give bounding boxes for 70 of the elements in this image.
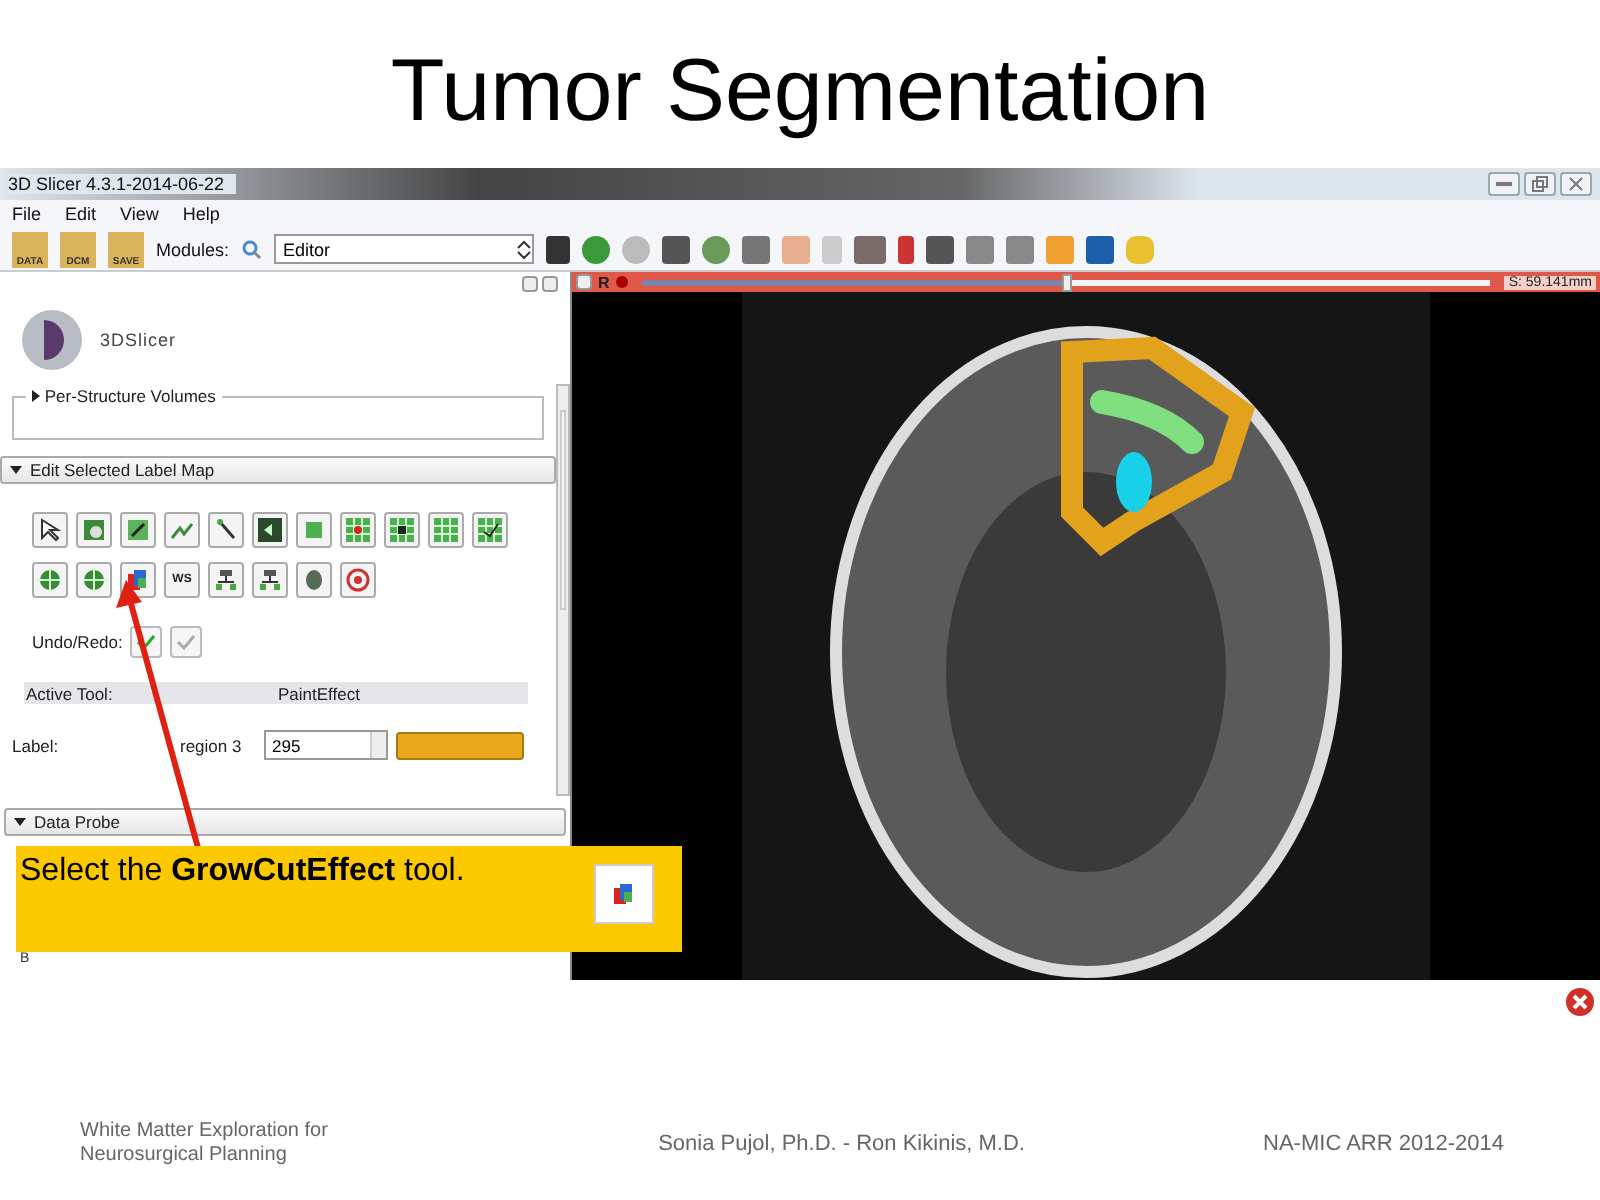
close-button[interactable] <box>542 276 558 292</box>
effect-button[interactable] <box>208 562 244 598</box>
target-icon <box>38 568 62 592</box>
grid-icon <box>434 518 458 542</box>
effect-button[interactable] <box>384 512 420 548</box>
grid-icon <box>390 518 414 542</box>
ring-icon <box>346 568 370 592</box>
toolbar-icon[interactable] <box>1085 235 1114 263</box>
logo-icon <box>16 304 88 376</box>
tree-icon <box>214 568 238 592</box>
module-select[interactable]: Editor <box>273 234 534 264</box>
wand-icon <box>214 518 238 542</box>
orientation-label: R <box>598 273 610 291</box>
maximize-button[interactable] <box>1524 172 1556 196</box>
restore-icon <box>1532 176 1548 192</box>
modules-label: Modules: <box>156 239 230 259</box>
spin-arrows-icon <box>515 239 532 259</box>
dot-icon <box>615 276 628 288</box>
pencil-icon <box>126 518 150 542</box>
growcut-icon <box>612 882 636 906</box>
close-button[interactable] <box>1560 172 1592 196</box>
check-icon <box>176 634 197 650</box>
toolbar-icon[interactable] <box>545 235 570 263</box>
pin-button[interactable] <box>576 274 592 290</box>
float-button[interactable] <box>522 276 538 292</box>
active-tool-value: PaintEffect <box>276 683 362 703</box>
menu-item[interactable]: File <box>12 204 42 224</box>
menu-item[interactable]: View <box>120 204 159 224</box>
paint-icon <box>82 518 106 542</box>
color-swatch[interactable] <box>396 731 524 759</box>
active-tool-label: Active Tool: <box>24 683 115 703</box>
grid-icon <box>346 518 370 542</box>
callout-text: Select the GrowCutEffect tool. <box>20 854 465 892</box>
section-header[interactable]: Edit Selected Label Map <box>0 456 556 484</box>
footer-authors: Sonia Pujol, Ph.D. - Ron Kikinis, M.D. <box>658 1132 1025 1156</box>
effect-button[interactable] <box>32 512 68 548</box>
effect-button[interactable] <box>252 562 288 598</box>
label-name: region 3 <box>180 735 244 755</box>
window-title: 3D Slicer 4.3.1-2014-06-22 <box>8 174 237 194</box>
square-icon <box>302 518 326 542</box>
label-spinbox[interactable]: 295 <box>264 730 388 760</box>
footer-project: NA-MIC ARR 2012-2014 <box>1263 1132 1504 1156</box>
effect-button[interactable] <box>252 512 288 548</box>
menu-item[interactable]: Edit <box>65 204 97 224</box>
effect-button[interactable] <box>472 512 508 548</box>
effect-button[interactable] <box>120 512 156 548</box>
minimize-button[interactable] <box>1488 172 1520 196</box>
slide-title: Tumor Segmentation <box>388 40 1212 144</box>
grid-icon <box>478 518 502 542</box>
footer-text: White Matter Exploration for Neurosurgical Planning <box>80 1120 330 1168</box>
target-icon <box>82 568 106 592</box>
check-icon <box>136 634 157 650</box>
slider-thumb[interactable] <box>1062 273 1073 291</box>
image-icon <box>258 518 282 542</box>
scrollbar[interactable] <box>556 384 570 796</box>
pointer-icon <box>38 518 62 542</box>
logo-text: 3DSlicer <box>100 330 177 350</box>
undo-label: Undo/Redo: <box>32 632 123 652</box>
effect-button[interactable] <box>208 512 244 548</box>
group-label: Per-Structure Volumes <box>26 386 222 406</box>
close-icon[interactable] <box>1564 986 1596 1018</box>
section-header[interactable]: Data Probe <box>4 808 566 836</box>
menu-item[interactable]: Help <box>182 204 220 224</box>
line-icon <box>170 518 194 542</box>
search-icon <box>241 239 262 259</box>
label-caption: Label: <box>12 735 61 755</box>
growcut-icon <box>126 568 150 592</box>
minimize-icon <box>1496 180 1512 188</box>
close-icon <box>1568 176 1584 192</box>
tree-icon <box>258 568 282 592</box>
